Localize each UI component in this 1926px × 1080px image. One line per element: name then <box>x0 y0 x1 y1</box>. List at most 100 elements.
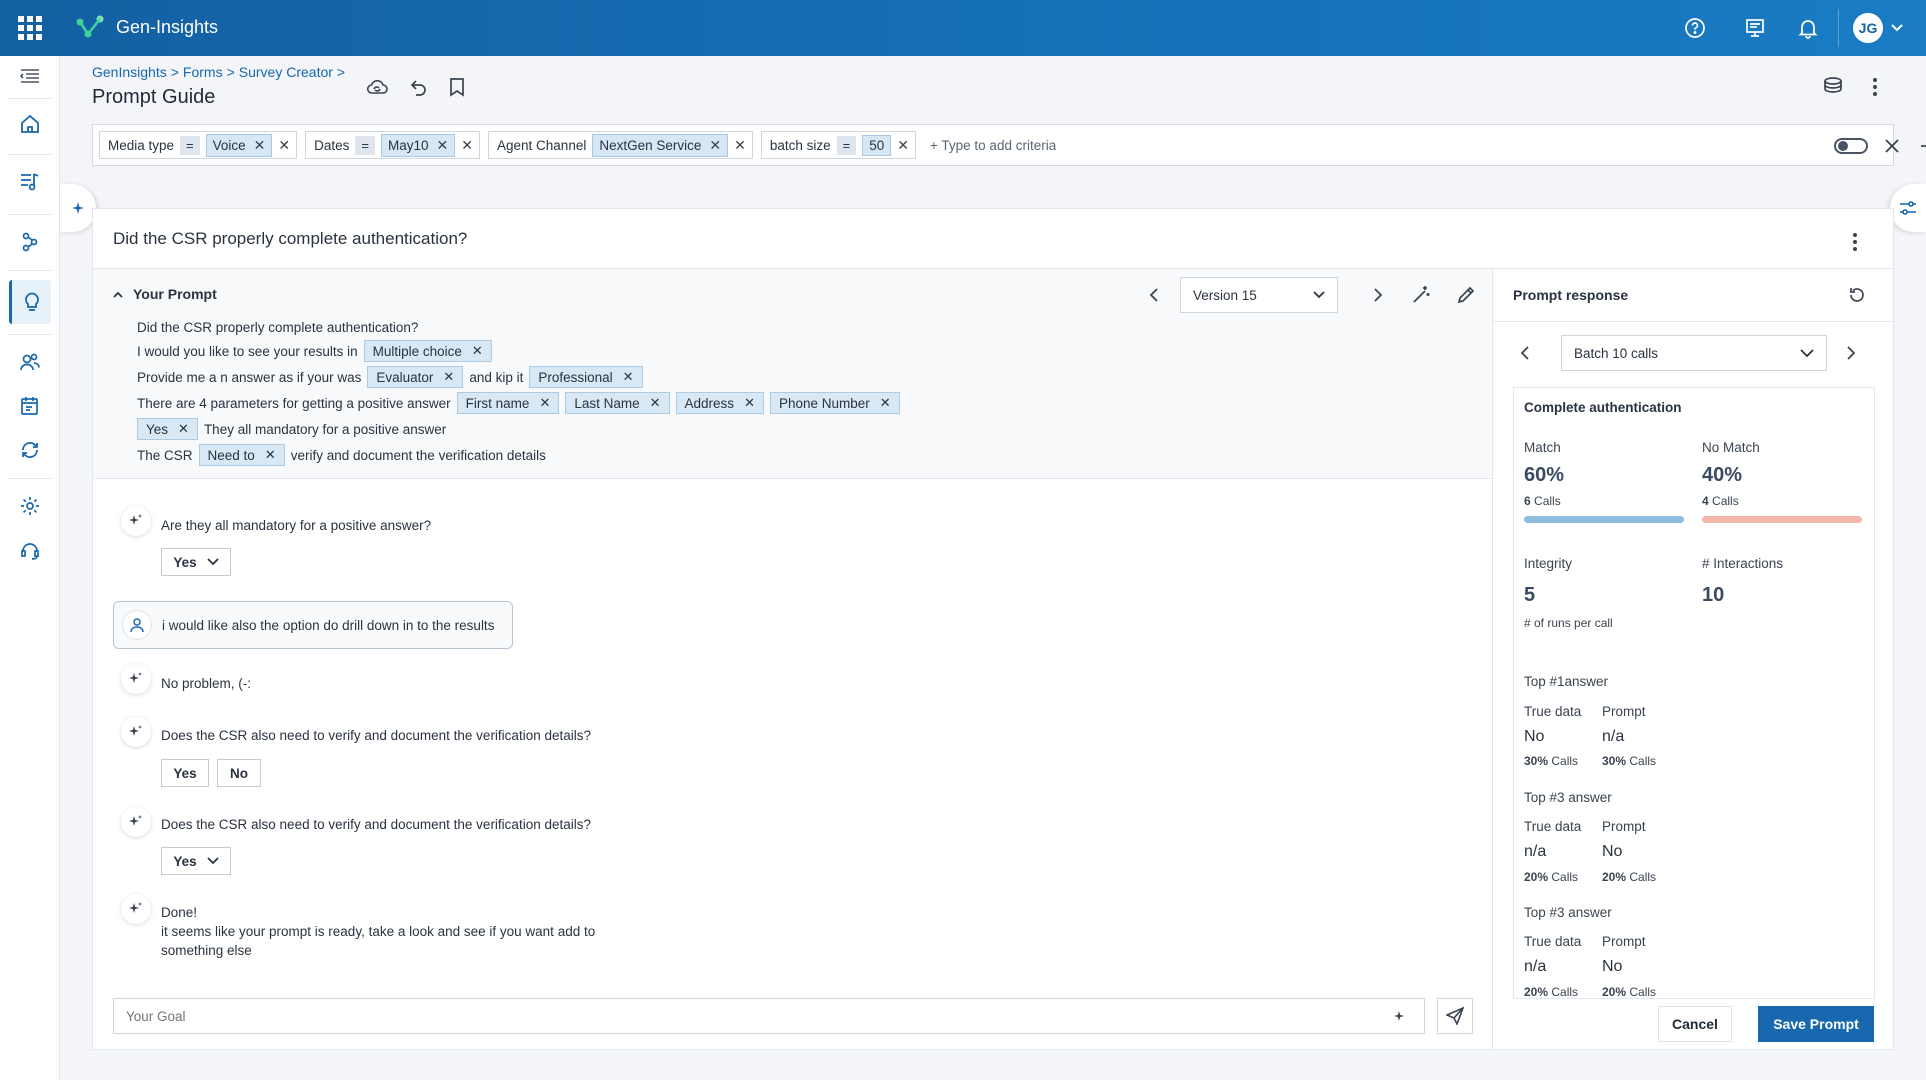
avatar: JG <box>1853 13 1883 43</box>
prompt-tag[interactable]: First name ✕ <box>456 392 560 414</box>
prompt-tag[interactable]: Evaluator ✕ <box>367 366 464 388</box>
adjust-panel-toggle[interactable] <box>1890 184 1926 232</box>
users-icon[interactable] <box>12 344 48 380</box>
answer-select[interactable]: Yes <box>161 548 231 576</box>
remove-tag-icon[interactable]: ✕ <box>265 447 276 463</box>
remove-tag-icon[interactable]: ✕ <box>744 395 755 411</box>
playlist-icon[interactable] <box>12 164 48 200</box>
magic-wand-icon[interactable] <box>1409 283 1433 307</box>
filter-chip-agent-channel[interactable]: Agent Channel NextGen Service ✕ ✕ <box>488 131 753 159</box>
yes-button[interactable]: Yes <box>161 759 209 787</box>
prompt-text: The CSR <box>137 447 193 463</box>
bell-icon[interactable] <box>1795 15 1821 41</box>
results-section-title: Complete authentication <box>1524 400 1682 415</box>
sync-icon[interactable] <box>12 432 48 468</box>
remove-tag-icon[interactable]: ✕ <box>623 369 634 385</box>
lightbulb-icon[interactable] <box>9 280 51 324</box>
remove-value-icon[interactable]: ✕ <box>709 137 721 154</box>
undo-icon[interactable] <box>405 74 431 100</box>
add-criteria-input[interactable]: + Type to add criteria <box>930 138 1056 153</box>
prompt-tag[interactable]: Professional ✕ <box>529 366 643 388</box>
remove-filter-icon[interactable]: ✕ <box>897 137 909 154</box>
menu-collapse-icon[interactable] <box>12 58 48 94</box>
filter-chip-media-type[interactable]: Media type = Voice ✕ ✕ <box>99 131 298 159</box>
cloud-sync-icon[interactable] <box>364 74 390 100</box>
prompt-value: No <box>1602 843 1623 860</box>
settings-icon[interactable] <box>12 488 48 524</box>
remove-value-icon[interactable]: ✕ <box>254 137 266 154</box>
add-icon[interactable] <box>1916 134 1926 158</box>
true-data-value: n/a <box>1524 843 1547 860</box>
prompt-response-panel: Prompt response Batch 10 calls Complete … <box>1492 269 1895 1049</box>
layers-icon[interactable] <box>1820 74 1846 100</box>
sparkle-icon <box>72 202 84 214</box>
prompt-tag[interactable]: Yes ✕ <box>137 418 198 440</box>
chevron-left-icon[interactable] <box>1142 283 1166 307</box>
filter-operator[interactable]: = <box>836 135 857 155</box>
remove-filter-icon[interactable]: ✕ <box>278 137 290 154</box>
chevron-down-icon <box>207 857 219 865</box>
help-icon[interactable] <box>1682 15 1708 41</box>
remove-value-icon[interactable]: ✕ <box>437 137 449 154</box>
prompt-value: No <box>1602 958 1623 975</box>
breadcrumb-item[interactable]: Forms <box>183 64 223 80</box>
chevron-right-icon[interactable] <box>1839 341 1863 365</box>
filter-operator[interactable]: = <box>180 135 200 155</box>
version-select[interactable]: Version 15 <box>1180 277 1338 313</box>
breadcrumb-item[interactable]: Survey Creator <box>239 64 333 80</box>
unit: Calls <box>1629 985 1657 999</box>
answer-select[interactable]: Yes <box>161 847 231 875</box>
remove-tag-icon[interactable]: ✕ <box>178 421 189 437</box>
refresh-icon[interactable] <box>1845 283 1869 307</box>
filter-toggle[interactable] <box>1834 138 1868 154</box>
remove-tag-icon[interactable]: ✕ <box>443 369 454 385</box>
breadcrumb-item[interactable]: GenInsights <box>92 64 167 80</box>
prompt-value: n/a <box>1602 728 1625 745</box>
remove-tag-icon[interactable]: ✕ <box>880 395 891 411</box>
chevron-left-icon[interactable] <box>1513 341 1537 365</box>
remove-filter-icon[interactable]: ✕ <box>461 137 473 154</box>
support-icon[interactable] <box>12 532 48 568</box>
more-vertical-icon[interactable] <box>1843 227 1867 257</box>
edit-icon[interactable] <box>1454 283 1478 307</box>
presentation-icon[interactable] <box>1742 15 1768 41</box>
tag-label: Last Name <box>574 395 640 411</box>
sparkle-icon[interactable] <box>1393 1009 1407 1023</box>
brand[interactable]: Gen-Insights <box>74 14 218 40</box>
prompt-tag[interactable]: Phone Number ✕ <box>769 392 900 414</box>
no-button[interactable]: No <box>217 759 261 787</box>
remove-filter-icon[interactable]: ✕ <box>734 137 746 154</box>
filter-operator[interactable]: = <box>355 135 376 155</box>
goal-input[interactable] <box>113 998 1425 1034</box>
true-data-value: No <box>1524 728 1545 745</box>
batch-select[interactable]: Batch 10 calls <box>1561 335 1827 371</box>
bookmark-icon[interactable] <box>444 74 470 100</box>
ai-assist-toggle[interactable] <box>60 184 96 232</box>
prompt-tag[interactable]: Address ✕ <box>675 392 764 414</box>
clear-icon[interactable] <box>1880 134 1904 158</box>
percent: 20% <box>1524 985 1549 999</box>
prompt-label: Prompt <box>1602 934 1646 949</box>
prompt-tag[interactable]: Need to ✕ <box>198 444 285 466</box>
home-icon[interactable] <box>12 106 48 142</box>
prompt-section-header[interactable]: Your Prompt <box>113 286 217 302</box>
filter-chip-dates[interactable]: Dates = May10 ✕ ✕ <box>305 131 481 159</box>
filter-chip-batch-size[interactable]: batch size = 50 ✕ <box>760 131 917 159</box>
message-line: it seems like your prompt is ready, take… <box>161 924 596 939</box>
nodes-icon[interactable] <box>12 224 48 260</box>
cancel-button[interactable]: Cancel <box>1658 1006 1732 1042</box>
prompt-tag[interactable]: Last Name ✕ <box>565 392 670 414</box>
send-button[interactable] <box>1437 998 1473 1034</box>
prompt-tag[interactable]: Multiple choice ✕ <box>363 340 492 362</box>
more-vertical-icon[interactable] <box>1862 74 1888 100</box>
save-prompt-button[interactable]: Save Prompt <box>1758 1006 1874 1042</box>
user-menu[interactable]: JG <box>1838 9 1903 47</box>
user-icon <box>122 610 152 640</box>
remove-tag-icon[interactable]: ✕ <box>539 395 550 411</box>
chevron-right-icon[interactable] <box>1366 283 1390 307</box>
remove-tag-icon[interactable]: ✕ <box>472 343 483 359</box>
calendar-edit-icon[interactable] <box>12 388 48 424</box>
apps-grid-icon[interactable] <box>16 14 44 42</box>
remove-tag-icon[interactable]: ✕ <box>650 395 661 411</box>
no-match-percent: 40% <box>1702 464 1743 486</box>
